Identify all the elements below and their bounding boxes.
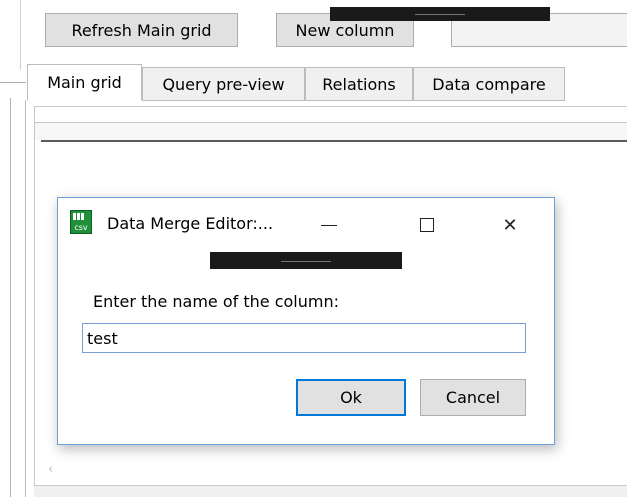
dialog-title: Data Merge Editor:...	[107, 214, 274, 233]
column-name-prompt: Enter the name of the column:	[93, 292, 339, 311]
minimize-icon	[321, 224, 337, 226]
tab-query-preview[interactable]: Query pre-view	[142, 67, 305, 101]
left-divider	[20, 0, 21, 70]
grid-divider	[41, 140, 627, 142]
redacted-title-bar	[330, 7, 550, 21]
left-separator	[0, 82, 26, 83]
maximize-icon	[420, 218, 434, 232]
csv-grid-glyph	[73, 213, 85, 220]
tab-relations[interactable]: Relations	[305, 67, 413, 101]
close-button[interactable]: ✕	[495, 210, 525, 240]
minimize-button[interactable]	[314, 210, 344, 240]
redacted-dialog-content	[210, 252, 402, 269]
ok-button[interactable]: Ok	[296, 379, 406, 416]
refresh-main-grid-button[interactable]: Refresh Main grid	[45, 13, 238, 47]
grid-filter-row[interactable]	[34, 123, 627, 140]
scroll-left-icon[interactable]: ‹	[48, 462, 53, 477]
grid-left-edge	[34, 140, 35, 485]
cancel-button[interactable]: Cancel	[420, 379, 526, 416]
csv-icon-label: csv	[74, 223, 88, 232]
tab-data-compare[interactable]: Data compare	[413, 67, 565, 101]
csv-file-icon: csv	[70, 210, 92, 234]
maximize-button[interactable]	[412, 210, 442, 240]
close-icon: ✕	[502, 214, 518, 236]
left-panel-edge	[10, 98, 11, 497]
grid-header[interactable]	[34, 106, 627, 123]
tab-main-grid[interactable]: Main grid	[27, 64, 142, 101]
horizontal-scrollbar[interactable]	[34, 486, 627, 497]
column-name-input[interactable]	[82, 323, 526, 353]
